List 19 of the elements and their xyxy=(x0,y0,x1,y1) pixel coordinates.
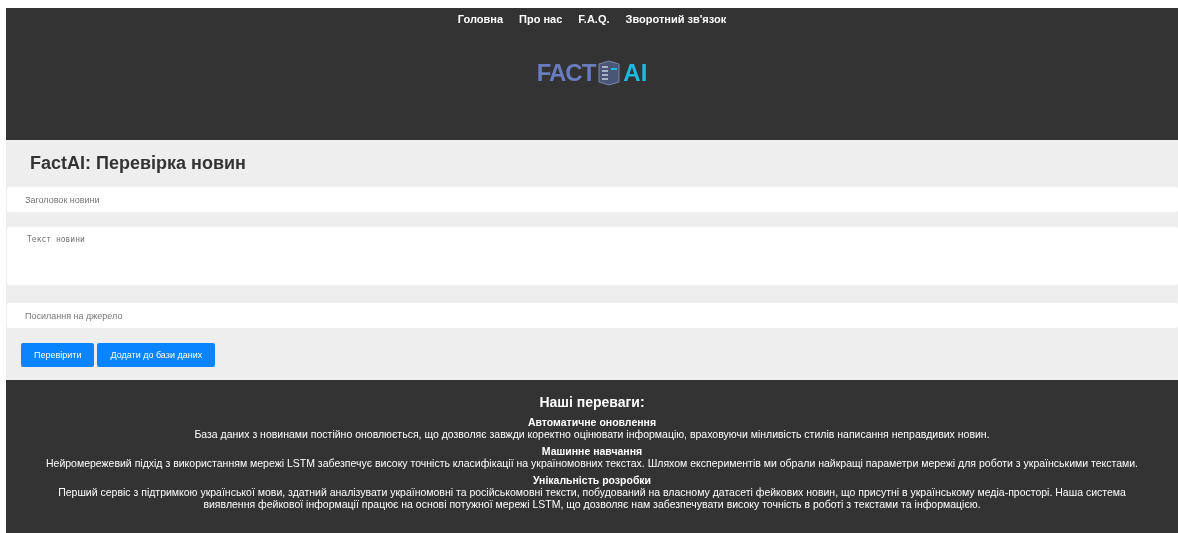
input-field[interactable]: Заголовок новини xyxy=(7,187,1178,212)
advantage-text: База даних з новинами постійно оновлюється, що дозволяє завжди коректно оцінювати інформацію, враховуючи мінливість стилів написання неправдивих новин. xyxy=(193,428,991,440)
input-field[interactable]: Посилання на джерело xyxy=(7,303,1178,328)
building-icon xyxy=(597,60,622,86)
text-field[interactable]: Текст новини xyxy=(7,227,1178,285)
advantage-text: Перший сервіс з підтримкою української мови, здатний аналізувати україномовні та російськомовні тексти, побудований на власному датасеті фейкових новин, що присутні в українському медіа-просторі. Наша система виявлення фейкової інформації працює на основі потужної мережі LSTM, що дозволяє нам забезпечувати високу точність в роботі з текстами та інформацією. xyxy=(57,486,1127,510)
advantage-heading: Унікальність розробки xyxy=(531,474,653,486)
advantage-heading: Автоматичне оновлення xyxy=(526,416,658,428)
add-button[interactable]: Додати до бази даних xyxy=(97,343,216,367)
nav-link[interactable]: F.A.Q. xyxy=(578,13,610,25)
nav-link[interactable]: Про нас xyxy=(519,13,563,25)
advantage-text: Нейромережевий підхід з використанням мережі LSTM забезпечує високу точність класифікації на україномовних текстах. Шляхом експериментів ми обрали найкращі параметри мережі для роботи з українськими текстами. xyxy=(44,457,1140,469)
advantage-heading: Машинне навчання xyxy=(540,445,644,457)
section-title: Наші переваги: xyxy=(538,394,646,410)
check-button[interactable]: Перевірити xyxy=(21,343,95,367)
nav-link[interactable]: Головна xyxy=(457,13,504,25)
logo: FACT AI xyxy=(536,59,648,87)
nav-link[interactable]: Зворотний зв'язок xyxy=(625,13,727,25)
page-title: FactAI: Перевірка новин xyxy=(29,152,247,175)
